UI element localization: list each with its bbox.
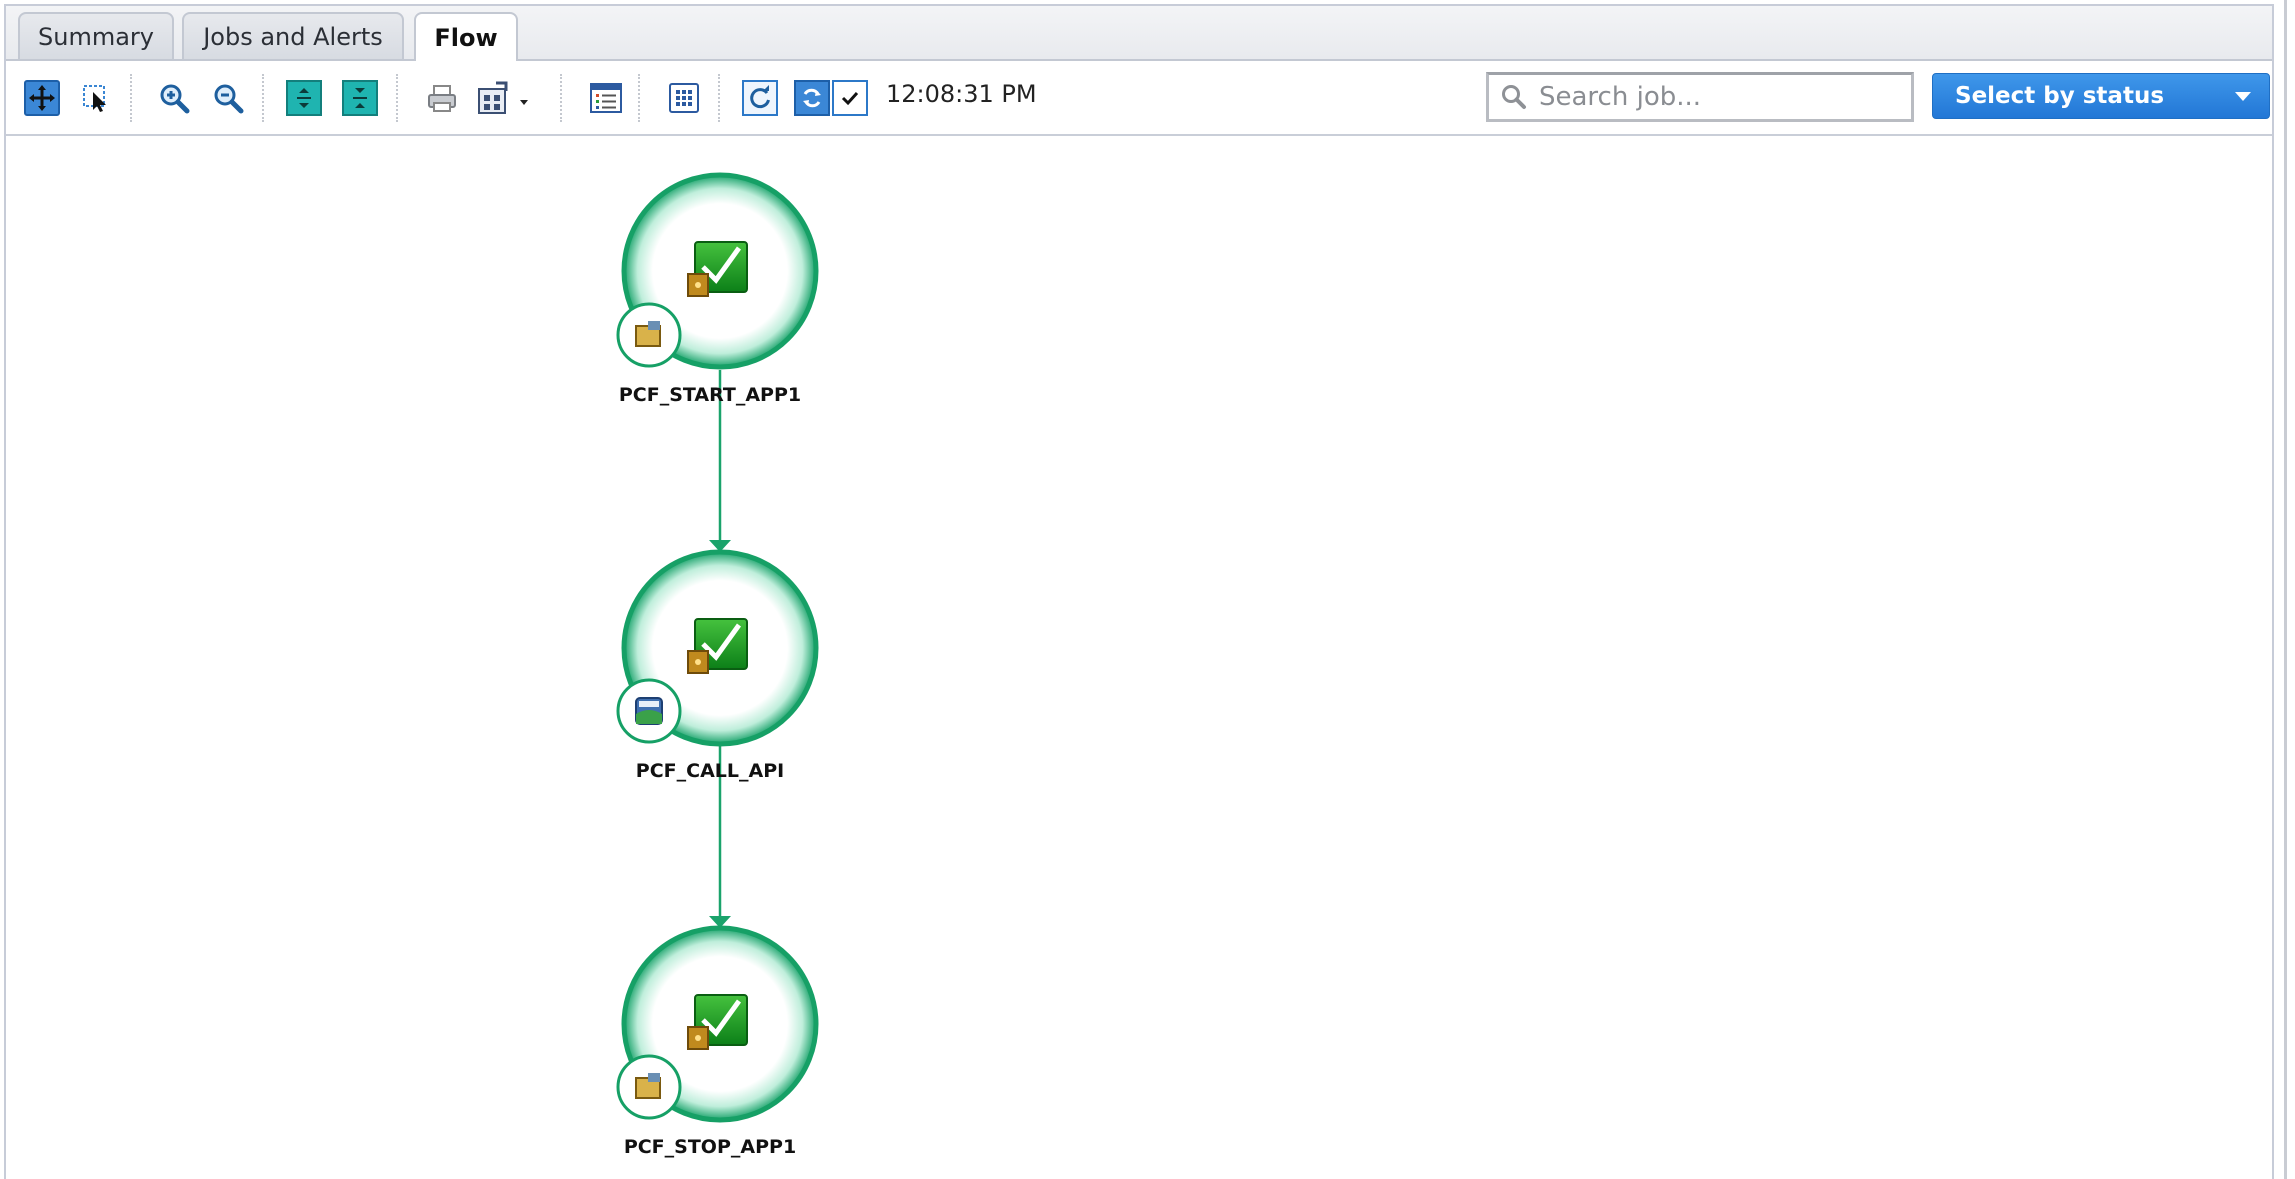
node-label[interactable]: PCF_START_APP1 — [580, 384, 840, 406]
select-by-status-dropdown[interactable]: Select by status — [1932, 73, 2270, 119]
job-completed-icon — [687, 994, 748, 1050]
flow-node-job[interactable] — [616, 172, 819, 370]
node-label[interactable]: PCF_STOP_APP1 — [580, 1136, 840, 1158]
search-input[interactable] — [1537, 81, 1901, 113]
select-by-status-label: Select by status — [1955, 83, 2165, 109]
pan-icon[interactable] — [24, 80, 60, 116]
expand-icon[interactable] — [342, 80, 378, 116]
export-icon[interactable] — [476, 80, 536, 116]
tab-strip: Summary Jobs and Alerts Flow — [6, 6, 2272, 61]
toolbar-separator — [130, 74, 132, 122]
flow-canvas: PCF_START_APP1 PCF_CALL_API PCF_STOP_APP… — [6, 136, 2272, 1179]
grid-icon[interactable] — [666, 80, 702, 116]
search-icon — [1502, 85, 1526, 109]
toolbar-separator — [262, 74, 264, 122]
auto-refresh-icon[interactable] — [794, 80, 830, 116]
search-job-field[interactable] — [1486, 72, 1914, 122]
web-service-icon — [616, 678, 682, 744]
select-icon[interactable] — [78, 80, 114, 116]
job-completed-icon — [687, 618, 748, 674]
last-refresh-time: 12:08:31 PM — [886, 80, 1037, 108]
toolbar-separator — [396, 74, 398, 122]
node-label[interactable]: PCF_CALL_API — [580, 760, 840, 782]
window-edge — [2284, 0, 2295, 1179]
toolbar-separator — [560, 74, 562, 122]
folder-script-icon — [616, 1054, 682, 1120]
job-completed-icon — [687, 241, 748, 297]
list-view-icon[interactable] — [588, 80, 624, 116]
collapse-icon[interactable] — [286, 80, 322, 116]
flow-node-job[interactable] — [616, 549, 819, 747]
toolbar-separator — [718, 74, 720, 122]
flow-node-job[interactable] — [616, 925, 819, 1123]
checkbox-icon[interactable] — [832, 80, 868, 116]
toolbar: 12:08:31 PM Select by status — [6, 62, 2272, 136]
tab-jobs-and-alerts[interactable]: Jobs and Alerts — [182, 12, 404, 59]
print-icon[interactable] — [424, 80, 460, 116]
zoom-out-icon[interactable] — [210, 80, 246, 116]
tab-summary[interactable]: Summary — [18, 12, 174, 59]
refresh-icon[interactable] — [742, 80, 778, 116]
folder-script-icon — [616, 302, 682, 368]
toolbar-separator — [638, 74, 640, 122]
chevron-down-icon — [2235, 92, 2251, 101]
zoom-in-icon[interactable] — [156, 80, 192, 116]
tab-flow[interactable]: Flow — [414, 12, 518, 61]
